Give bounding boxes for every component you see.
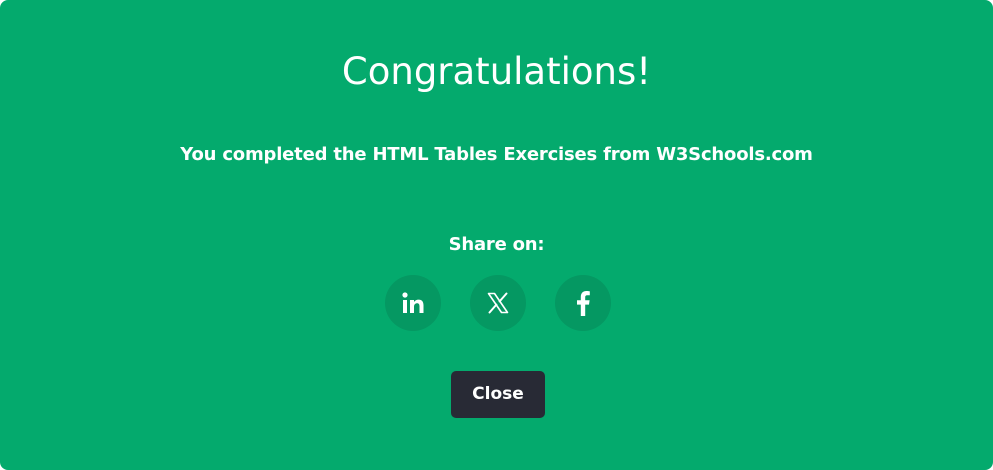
share-facebook-button[interactable] [555, 275, 611, 331]
facebook-icon [571, 289, 595, 317]
share-x-button[interactable] [470, 275, 526, 331]
modal-title: Congratulations! [341, 50, 652, 93]
congratulations-modal: Congratulations! You completed the HTML … [0, 0, 993, 470]
close-button[interactable]: Close [451, 371, 545, 418]
x-icon [486, 291, 510, 315]
share-buttons [385, 275, 611, 331]
share-linkedin-button[interactable] [385, 275, 441, 331]
completion-message: You completed the HTML Tables Exercises … [180, 144, 813, 165]
linkedin-icon [400, 290, 426, 316]
share-label: Share on: [448, 234, 545, 255]
